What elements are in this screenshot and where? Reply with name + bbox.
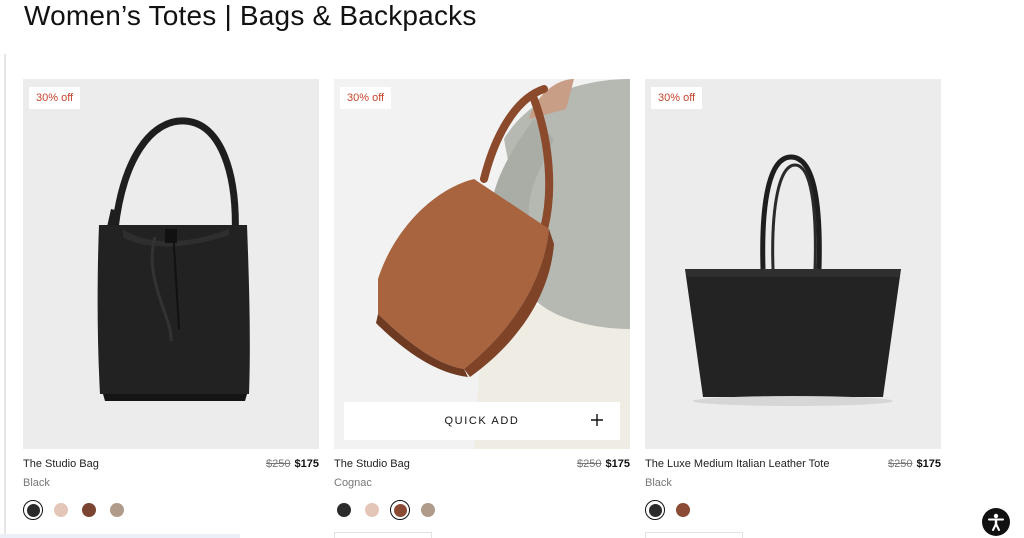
product-image[interactable]: 30% off xyxy=(23,79,319,449)
color-swatches xyxy=(334,500,630,520)
product-image[interactable]: 30% off xyxy=(645,79,941,449)
product-price: $250 $175 xyxy=(577,458,630,470)
swatch-brown[interactable] xyxy=(79,500,99,520)
product-name[interactable]: The Studio Bag xyxy=(23,458,99,470)
scrollbar[interactable] xyxy=(0,534,240,538)
product-card[interactable]: 30% off The Studio Bag $250 $175 Black xyxy=(23,79,319,520)
swatch-taupe[interactable] xyxy=(107,500,127,520)
model-with-cognac-bag-image xyxy=(376,79,630,449)
quick-add-button[interactable]: QUICK ADD xyxy=(344,402,620,440)
sale-price: $175 xyxy=(916,458,941,470)
divider xyxy=(4,54,6,538)
swatch-blush[interactable] xyxy=(362,500,382,520)
black-leather-tote-image xyxy=(685,154,901,406)
accessibility-button[interactable] xyxy=(982,508,1010,536)
product-name[interactable]: The Luxe Medium Italian Leather Tote xyxy=(645,458,829,470)
page-title: Women’s Totes | Bags & Backpacks xyxy=(24,0,477,31)
product-name[interactable]: The Studio Bag xyxy=(334,458,410,470)
original-price: $250 xyxy=(888,458,913,470)
sale-price: $175 xyxy=(605,458,630,470)
sale-price: $175 xyxy=(294,458,319,470)
partial-button[interactable] xyxy=(645,532,743,538)
swatch-cognac[interactable] xyxy=(390,500,410,520)
product-color-name: Cognac xyxy=(334,477,372,489)
swatch-black[interactable] xyxy=(334,500,354,520)
discount-badge: 30% off xyxy=(29,87,81,109)
original-price: $250 xyxy=(266,458,291,470)
product-color-name: Black xyxy=(645,477,672,489)
swatch-cognac[interactable] xyxy=(673,500,693,520)
product-price: $250 $175 xyxy=(266,458,319,470)
swatch-blush[interactable] xyxy=(51,500,71,520)
swatch-taupe[interactable] xyxy=(418,500,438,520)
discount-badge: 30% off xyxy=(340,87,392,109)
discount-badge: 30% off xyxy=(651,87,703,109)
plus-icon xyxy=(591,414,603,426)
accessibility-icon xyxy=(988,513,1004,531)
product-color-name: Black xyxy=(23,477,50,489)
original-price: $250 xyxy=(577,458,602,470)
swatch-black[interactable] xyxy=(23,500,43,520)
product-price: $250 $175 xyxy=(888,458,941,470)
swatch-black[interactable] xyxy=(645,500,665,520)
black-bucket-tote-image xyxy=(97,117,250,401)
product-card[interactable]: 30% off The Luxe Medium Italian Leather … xyxy=(645,79,941,520)
color-swatches xyxy=(645,500,941,520)
quick-add-label: QUICK ADD xyxy=(444,415,520,427)
color-swatches xyxy=(23,500,319,520)
partial-button[interactable] xyxy=(334,532,432,538)
product-image[interactable]: 30% off QUICK ADD xyxy=(334,79,630,449)
product-card[interactable]: 30% off QUICK ADD The Studio Bag $250 $17… xyxy=(334,79,630,520)
